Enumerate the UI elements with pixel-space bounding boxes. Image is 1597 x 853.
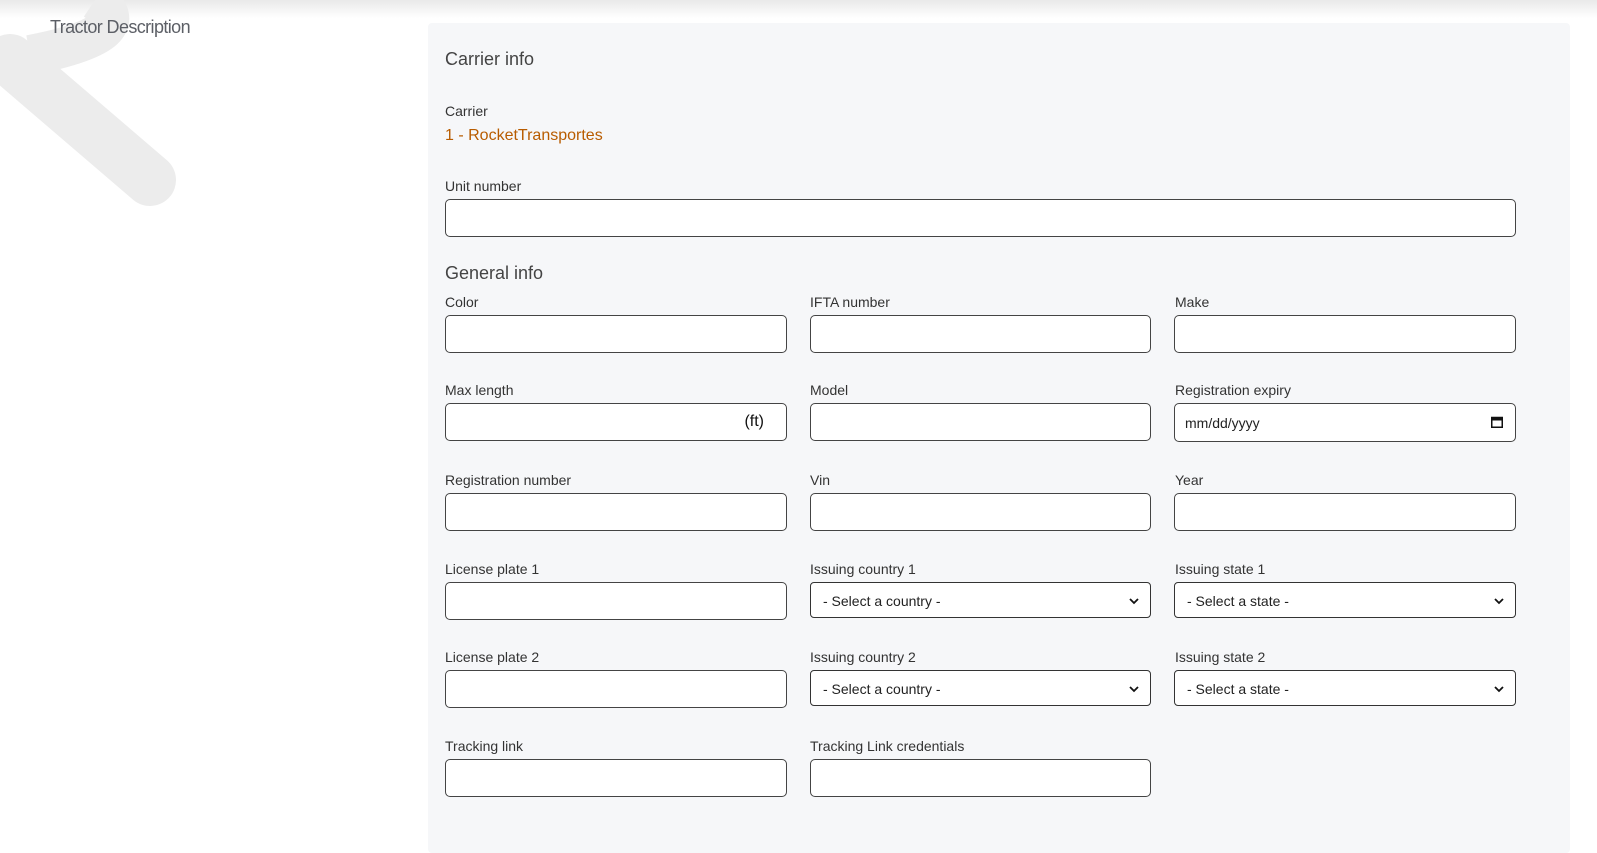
page-title: Tractor Description: [50, 17, 191, 37]
issuing-state-2-selected: - Select a state -: [1187, 681, 1289, 697]
registration-expiry-date-input[interactable]: mm/dd/yyyy: [1174, 403, 1516, 442]
issuing-country-2-select[interactable]: - Select a country -: [810, 670, 1151, 706]
registration-number-input[interactable]: [445, 493, 787, 531]
tracking-link-label: Tracking link: [445, 738, 524, 754]
general-info-heading: General info: [445, 263, 544, 283]
year-label: Year: [1175, 472, 1204, 488]
tracking-link-credentials-input[interactable]: [810, 759, 1151, 797]
carrier-label: Carrier: [445, 103, 488, 119]
issuing-state-2-label: Issuing state 2: [1175, 649, 1266, 665]
issuing-state-1-select[interactable]: - Select a state -: [1174, 582, 1516, 618]
chevron-down-icon: [1494, 686, 1504, 693]
ifta-number-input[interactable]: [810, 315, 1151, 353]
issuing-country-2-selected: - Select a country -: [823, 681, 941, 697]
ifta-number-label: IFTA number: [810, 294, 890, 310]
license-plate-1-label: License plate 1: [445, 561, 540, 577]
issuing-country-1-label: Issuing country 1: [810, 561, 916, 577]
make-label: Make: [1175, 294, 1210, 310]
date-placeholder: mm/dd/yyyy: [1185, 415, 1260, 431]
tracking-link-credentials-label: Tracking Link credentials: [810, 738, 965, 754]
year-input[interactable]: [1174, 493, 1516, 531]
issuing-state-1-selected: - Select a state -: [1187, 593, 1289, 609]
color-label: Color: [445, 294, 479, 310]
license-plate-2-input[interactable]: [445, 670, 787, 708]
issuing-country-1-selected: - Select a country -: [823, 593, 941, 609]
registration-expiry-label: Registration expiry: [1175, 382, 1291, 398]
license-plate-1-input[interactable]: [445, 582, 787, 620]
top-shadow: [0, 0, 1597, 18]
chevron-down-icon: [1129, 686, 1139, 693]
issuing-country-2-label: Issuing country 2: [810, 649, 916, 665]
vin-input[interactable]: [810, 493, 1151, 531]
issuing-country-1-select[interactable]: - Select a country -: [810, 582, 1151, 618]
license-plate-2-label: License plate 2: [445, 649, 540, 665]
issuing-state-2-select[interactable]: - Select a state -: [1174, 670, 1516, 706]
carrier-value: 1 - RocketTransportes: [445, 127, 603, 144]
model-label: Model: [810, 382, 849, 398]
unit-number-label: Unit number: [445, 178, 522, 194]
model-input[interactable]: [810, 403, 1151, 441]
issuing-state-1-label: Issuing state 1: [1175, 561, 1266, 577]
chevron-down-icon: [1129, 598, 1139, 605]
carrier-info-heading: Carrier info: [445, 49, 535, 69]
max-length-label: Max length: [445, 382, 514, 398]
tracking-link-input[interactable]: [445, 759, 787, 797]
vin-label: Vin: [810, 472, 830, 488]
color-input[interactable]: [445, 315, 787, 353]
chevron-down-icon: [1494, 598, 1504, 605]
unit-number-input[interactable]: [445, 199, 1516, 237]
make-input[interactable]: [1174, 315, 1516, 353]
calendar-icon[interactable]: [1491, 416, 1503, 428]
registration-number-label: Registration number: [445, 472, 572, 488]
feet-unit-suffix: (ft): [744, 413, 764, 430]
max-length-input[interactable]: (ft): [445, 403, 787, 441]
